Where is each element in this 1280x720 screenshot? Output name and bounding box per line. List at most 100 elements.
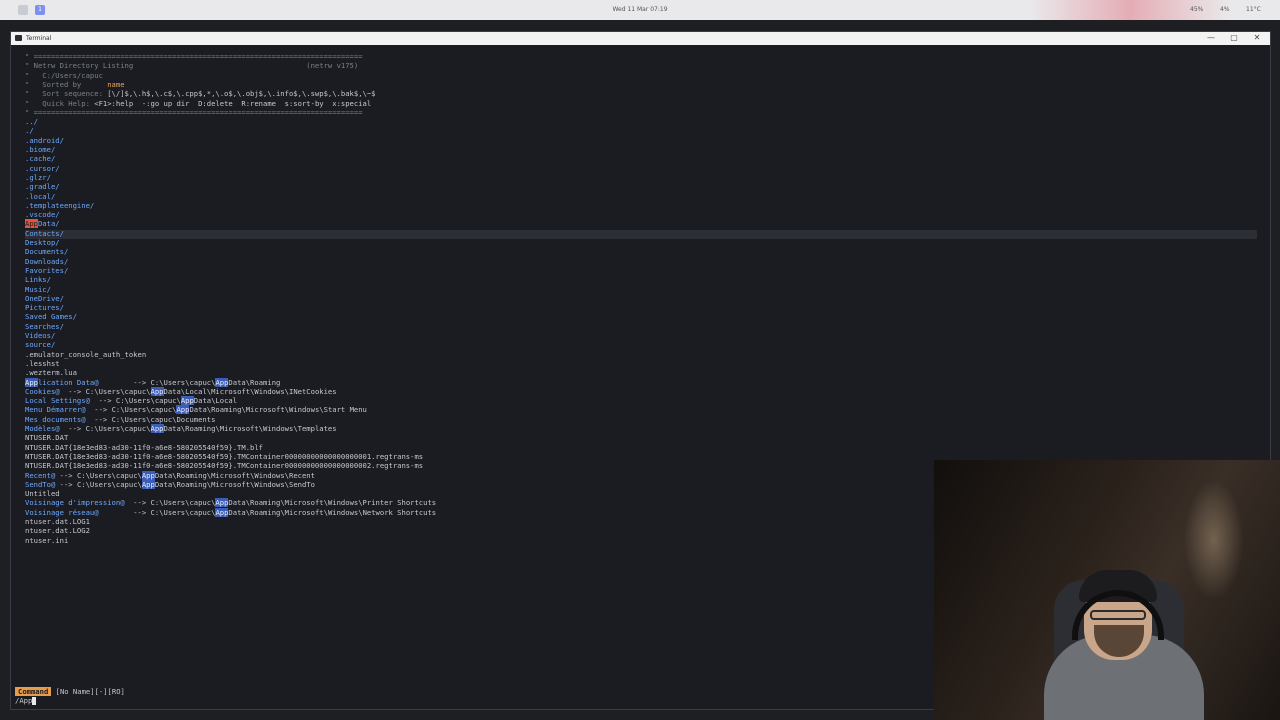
directory-name[interactable]: .templateengine/ xyxy=(25,201,94,210)
symlink-entry[interactable]: Voisinage d'impression@ --> C:\Users\cap… xyxy=(25,498,436,508)
file-entry[interactable]: ntuser.dat.LOG1 xyxy=(25,517,90,526)
file-name[interactable]: ntuser.dat.LOG1 xyxy=(25,517,90,526)
directory-entry[interactable]: Downloads/ xyxy=(25,257,68,266)
file-name[interactable]: NTUSER.DAT xyxy=(25,433,68,442)
directory-name[interactable]: Searches/ xyxy=(25,322,64,331)
symlink-entry[interactable]: Recent@ --> C:\Users\capuc\AppData\Roami… xyxy=(25,470,315,480)
directory-entry[interactable]: Desktop/ xyxy=(25,238,60,247)
symlink-entry[interactable]: Menu Démarrer@ --> C:\Users\capuc\AppDat… xyxy=(25,405,367,415)
file-entry[interactable]: Untitled xyxy=(25,489,60,498)
directory-name[interactable]: .gradle/ xyxy=(25,182,60,191)
file-entry[interactable]: NTUSER.DAT{18e3ed83-ad30-11f0-a6e8-58020… xyxy=(25,443,263,452)
symlink-name[interactable]: Modèles@ xyxy=(25,424,60,433)
directory-name[interactable]: Pictures/ xyxy=(25,303,64,312)
file-name[interactable]: NTUSER.DAT{18e3ed83-ad30-11f0-a6e8-58020… xyxy=(25,443,263,452)
directory-name[interactable]: Contacts/ xyxy=(25,229,64,238)
file-entry[interactable]: NTUSER.DAT{18e3ed83-ad30-11f0-a6e8-58020… xyxy=(25,461,423,470)
file-name[interactable]: .emulator_console_auth_token xyxy=(25,350,146,359)
directory-name[interactable]: Desktop/ xyxy=(25,238,60,247)
directory-name[interactable]: Saved Games/ xyxy=(25,312,77,321)
search-query[interactable]: /App xyxy=(15,696,32,705)
directory-entry[interactable]: .biome/ xyxy=(25,145,55,154)
symlink-entry[interactable]: Application Data@ --> C:\Users\capuc\App… xyxy=(25,377,280,387)
file-name[interactable]: ntuser.ini xyxy=(25,536,68,545)
directory-entry[interactable]: Favorites/ xyxy=(25,266,68,275)
directory-entry[interactable]: .gradle/ xyxy=(25,182,60,191)
symlink-name[interactable]: SendTo@ xyxy=(25,480,55,489)
directory-name[interactable]: .cursor/ xyxy=(25,164,60,173)
file-name[interactable]: NTUSER.DAT{18e3ed83-ad30-11f0-a6e8-58020… xyxy=(25,461,423,470)
directory-entry[interactable]: .vscode/ xyxy=(25,210,60,219)
maximize-button[interactable]: ▢ xyxy=(1224,33,1244,42)
file-entry[interactable]: ntuser.ini xyxy=(25,536,68,545)
symlink-entry[interactable]: Modèles@ --> C:\Users\capuc\AppData\Roam… xyxy=(25,424,337,433)
directory-entry[interactable]: OneDrive/ xyxy=(25,294,64,303)
symlink-name[interactable]: Local Settings@ xyxy=(25,396,90,405)
directory-name[interactable]: .local/ xyxy=(25,192,55,201)
directory-name[interactable]: Documents/ xyxy=(25,247,68,256)
file-name[interactable]: .wezterm.lua xyxy=(25,368,77,377)
file-entry[interactable]: NTUSER.DAT xyxy=(25,433,68,442)
directory-name[interactable]: Favorites/ xyxy=(25,266,68,275)
directory-name[interactable]: Music/ xyxy=(25,285,51,294)
symlink-name[interactable]: Recent@ xyxy=(25,471,55,480)
directory-entry[interactable]: source/ xyxy=(25,340,55,349)
directory-name[interactable]: Downloads/ xyxy=(25,257,68,266)
directory-entry[interactable]: Searches/ xyxy=(25,322,64,331)
directory-entry[interactable]: .cache/ xyxy=(25,154,55,163)
symlink-name[interactable]: Voisinage réseau@ xyxy=(25,508,99,517)
directory-entry[interactable]: Contacts/ xyxy=(25,229,64,238)
directory-name[interactable]: .glzr/ xyxy=(25,173,51,182)
file-name[interactable]: .lesshst xyxy=(25,359,60,368)
directory-entry[interactable]: Documents/ xyxy=(25,247,68,256)
file-name[interactable]: Untitled xyxy=(25,489,60,498)
file-entry[interactable]: .lesshst xyxy=(25,359,60,368)
directory-name[interactable]: .vscode/ xyxy=(25,210,60,219)
symlink-entry[interactable]: Local Settings@ --> C:\Users\capuc\AppDa… xyxy=(25,396,237,406)
directory-name[interactable]: .cache/ xyxy=(25,154,55,163)
file-entry[interactable]: ntuser.dat.LOG2 xyxy=(25,526,90,535)
close-button[interactable]: ✕ xyxy=(1247,33,1267,42)
directory-name[interactable]: Data/ xyxy=(38,219,60,228)
symlink-name[interactable]: Menu Démarrer@ xyxy=(25,405,86,414)
file-name[interactable]: ntuser.dat.LOG2 xyxy=(25,526,90,535)
file-name[interactable]: NTUSER.DAT{18e3ed83-ad30-11f0-a6e8-58020… xyxy=(25,452,423,461)
directory-entry[interactable]: .templateengine/ xyxy=(25,201,94,210)
directory-name[interactable]: source/ xyxy=(25,340,55,349)
directory-name[interactable]: ../ xyxy=(25,117,38,126)
symlink-name[interactable]: Cookies@ xyxy=(25,387,60,396)
file-entry[interactable]: NTUSER.DAT{18e3ed83-ad30-11f0-a6e8-58020… xyxy=(25,452,423,461)
directory-name[interactable]: .biome/ xyxy=(25,145,55,154)
directory-entry[interactable]: Pictures/ xyxy=(25,303,64,312)
file-entry[interactable]: .emulator_console_auth_token xyxy=(25,350,146,359)
directory-name[interactable]: .android/ xyxy=(25,136,64,145)
symlink-entry[interactable]: Voisinage réseau@ --> C:\Users\capuc\App… xyxy=(25,507,436,517)
symlink-name[interactable]: lication Data@ xyxy=(38,378,99,387)
directory-name[interactable]: Videos/ xyxy=(25,331,55,340)
minimize-button[interactable]: — xyxy=(1201,33,1221,42)
command-line[interactable]: /App xyxy=(15,696,37,705)
directory-name[interactable]: OneDrive/ xyxy=(25,294,64,303)
symlink-entry[interactable]: Cookies@ --> C:\Users\capuc\AppData\Loca… xyxy=(25,386,337,396)
symlink-name[interactable]: Voisinage d'impression@ xyxy=(25,498,125,507)
tray-battery: 45% xyxy=(1190,6,1204,13)
directory-entry[interactable]: Saved Games/ xyxy=(25,312,77,321)
directory-entry[interactable]: ./ xyxy=(25,126,34,135)
directory-entry[interactable]: Links/ xyxy=(25,275,51,284)
directory-entry[interactable]: .android/ xyxy=(25,136,64,145)
directory-name[interactable]: ./ xyxy=(25,126,34,135)
directory-name[interactable]: Links/ xyxy=(25,275,51,284)
directory-entry[interactable]: Music/ xyxy=(25,285,51,294)
directory-entry[interactable]: .cursor/ xyxy=(25,164,60,173)
workspace-indicator-0[interactable] xyxy=(18,5,28,15)
directory-entry[interactable]: Videos/ xyxy=(25,331,55,340)
directory-entry[interactable]: ../ xyxy=(25,117,38,126)
directory-entry[interactable]: .glzr/ xyxy=(25,173,51,182)
workspace-indicator-1[interactable]: 1 xyxy=(35,5,45,15)
directory-entry[interactable]: AppData/ xyxy=(25,219,60,229)
directory-entry[interactable]: .local/ xyxy=(25,192,55,201)
file-entry[interactable]: .wezterm.lua xyxy=(25,368,77,377)
symlink-entry[interactable]: SendTo@ --> C:\Users\capuc\AppData\Roami… xyxy=(25,479,315,489)
symlink-entry[interactable]: Mes documents@ --> C:\Users\capuc\Docume… xyxy=(25,415,215,424)
symlink-name[interactable]: Mes documents@ xyxy=(25,415,86,424)
